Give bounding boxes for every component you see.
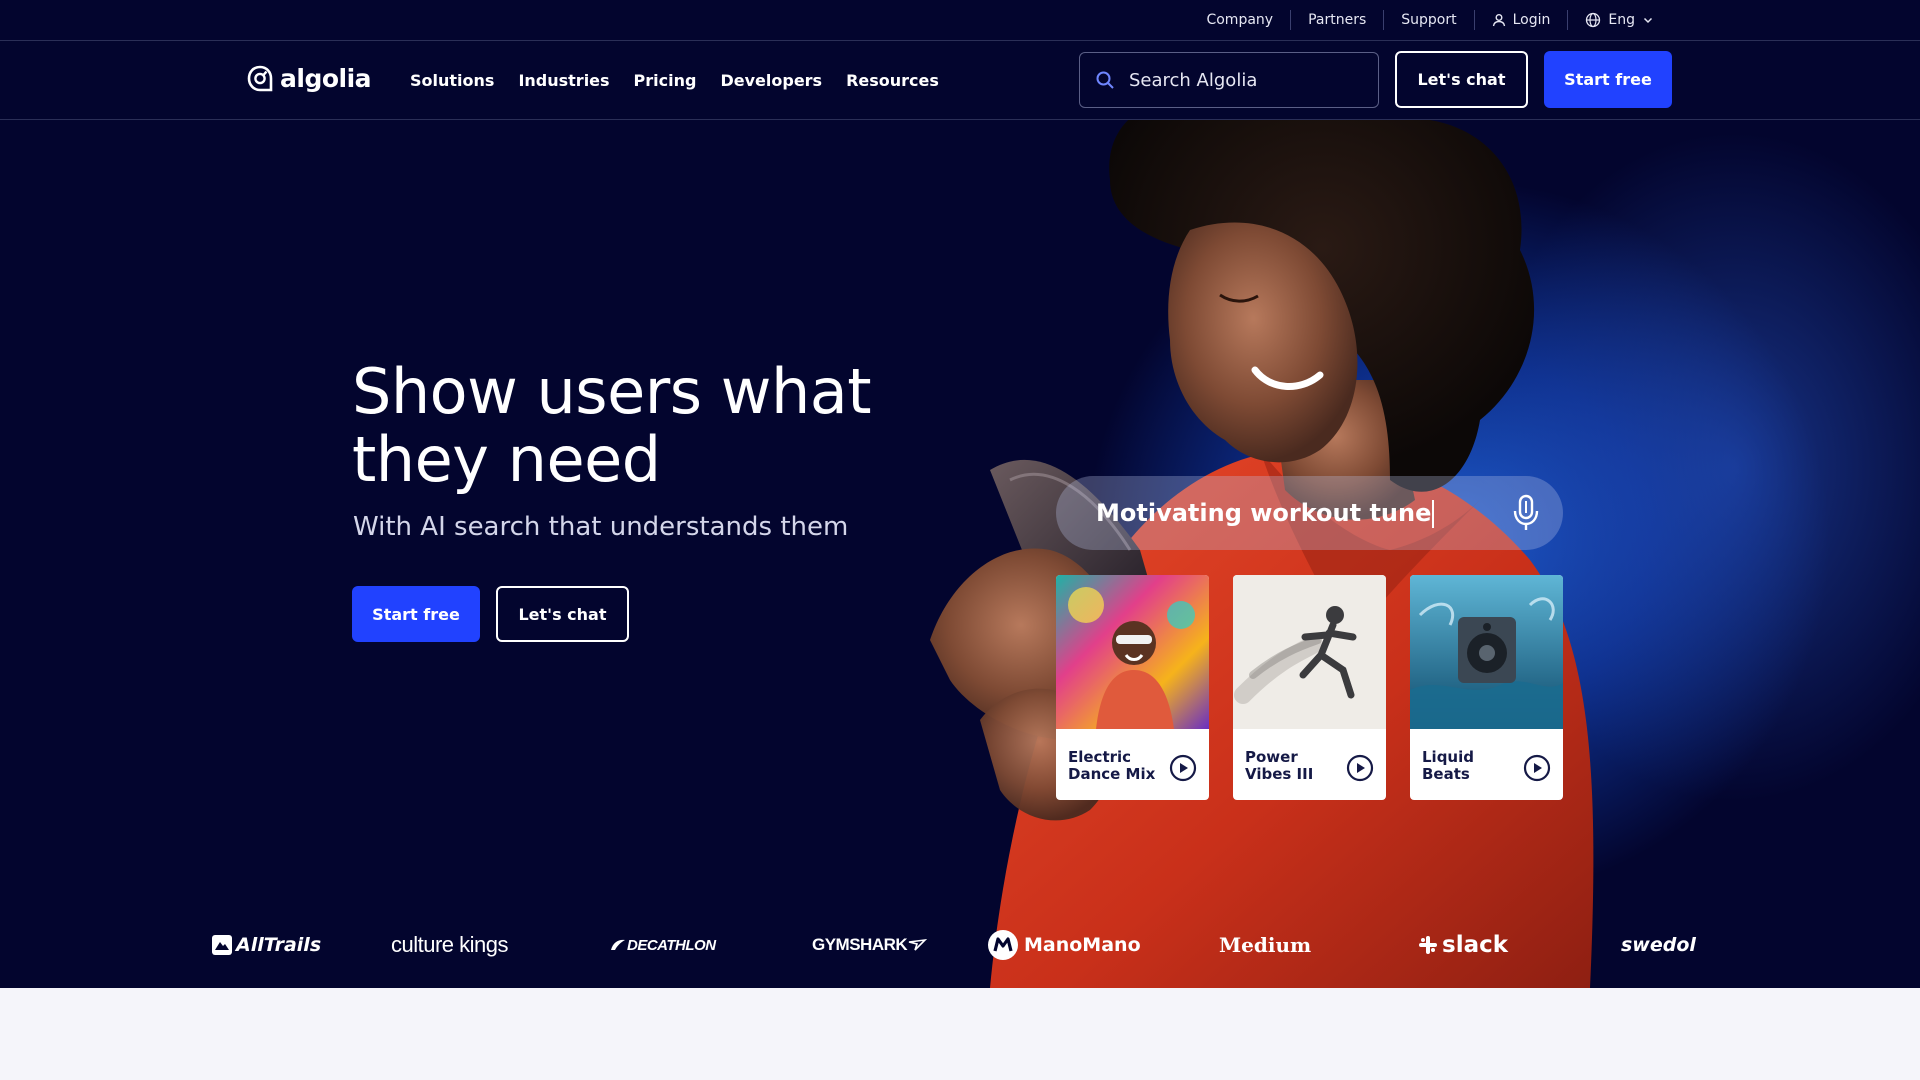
- card-title: Power Vibes III: [1245, 748, 1314, 783]
- microphone-icon[interactable]: [1513, 494, 1539, 532]
- utility-company-link[interactable]: Company: [1189, 10, 1290, 30]
- card-artwork: [1056, 575, 1209, 729]
- logo-alltrails-text: AllTrails: [236, 934, 322, 956]
- card-artwork: [1410, 575, 1563, 729]
- logo-alltrails: AllTrails: [211, 915, 321, 975]
- play-circle-icon[interactable]: [1169, 754, 1197, 782]
- utility-partners-link[interactable]: Partners: [1291, 10, 1383, 30]
- algolia-logo-icon: [247, 65, 273, 91]
- logo-swedol: swedol: [1621, 915, 1696, 975]
- login-label: Login: [1512, 12, 1551, 28]
- logo-decathlon-text: DECATHLON: [627, 936, 716, 954]
- search-input[interactable]: [1129, 69, 1359, 91]
- utility-company-label: Company: [1206, 12, 1274, 28]
- gymshark-mark-icon: [908, 938, 928, 951]
- logo-slack-text: slack: [1442, 932, 1509, 958]
- hero-lets-chat-button[interactable]: Let's chat: [496, 586, 629, 642]
- logo-medium-text: Medium: [1219, 933, 1312, 957]
- utility-support-label: Support: [1401, 12, 1457, 28]
- nav-resources[interactable]: Resources: [846, 71, 939, 90]
- voice-query-value: Motivating workout tune: [1096, 498, 1432, 527]
- hero-person-image: [930, 120, 1594, 988]
- utility-support-link[interactable]: Support: [1384, 10, 1473, 30]
- manomano-mark-icon: [988, 930, 1018, 960]
- primary-nav: Solutions Industries Pricing Developers …: [410, 41, 939, 119]
- nav-pricing[interactable]: Pricing: [634, 71, 697, 90]
- logo-swedol-text: swedol: [1621, 934, 1696, 956]
- nav-start-free-button[interactable]: Start free: [1544, 51, 1672, 108]
- logo-slack: slack: [1418, 915, 1508, 975]
- logo-medium: Medium: [1219, 915, 1311, 975]
- hero-subtitle: With AI search that understands them: [353, 512, 849, 542]
- language-selector[interactable]: Eng: [1568, 10, 1671, 30]
- result-card-electric-dance-mix[interactable]: Electric Dance Mix: [1056, 575, 1209, 800]
- next-section-edge: [0, 988, 1920, 1080]
- user-icon: [1492, 14, 1505, 27]
- utility-partners-label: Partners: [1308, 12, 1367, 28]
- search-icon: [1096, 71, 1114, 89]
- result-card-power-vibes-iii[interactable]: Power Vibes III: [1233, 575, 1386, 800]
- login-link[interactable]: Login: [1475, 10, 1568, 30]
- logo-gymshark: GYMSHARK: [812, 915, 928, 975]
- nav-lets-chat-button[interactable]: Let's chat: [1395, 51, 1528, 108]
- nav-solutions[interactable]: Solutions: [410, 71, 494, 90]
- hero-title: Show users what they need: [352, 355, 872, 496]
- decathlon-mark-icon: [611, 939, 625, 950]
- logo-culture-kings-text: culture kings: [391, 932, 509, 957]
- slack-mark-icon: [1419, 936, 1437, 954]
- logo-manomano: ManoMano: [987, 915, 1141, 975]
- alltrails-mark-icon: [212, 935, 232, 955]
- chevron-down-icon: [1643, 17, 1653, 24]
- text-caret: [1432, 499, 1435, 528]
- logo-gymshark-text: GYMSHARK: [812, 935, 908, 954]
- card-title: Electric Dance Mix: [1068, 748, 1156, 783]
- globe-icon: [1586, 12, 1601, 28]
- main-nav: algolia Solutions Industries Pricing Dev…: [0, 41, 1920, 120]
- utility-bar: Company Partners Support Login Eng: [0, 0, 1920, 41]
- play-circle-icon[interactable]: [1523, 754, 1551, 782]
- result-card-liquid-beats[interactable]: Liquid Beats: [1410, 575, 1563, 800]
- play-circle-icon[interactable]: [1346, 754, 1374, 782]
- customer-logos: AllTrails culture kings DECATHLON GYMSHA…: [0, 915, 1920, 975]
- nav-developers[interactable]: Developers: [720, 71, 822, 90]
- logo-manomano-text: ManoMano: [1024, 934, 1141, 956]
- logo-culture-kings: culture kings: [391, 915, 509, 975]
- utility-links: Company Partners Support Login Eng: [1189, 0, 1671, 40]
- voice-query-text: Motivating workout tune: [1096, 498, 1435, 528]
- nav-industries[interactable]: Industries: [518, 71, 609, 90]
- voice-search-bar[interactable]: Motivating workout tune: [1056, 476, 1563, 550]
- card-artwork: [1233, 575, 1386, 729]
- logo-wordmark: algolia: [280, 64, 372, 93]
- language-label: Eng: [1608, 12, 1635, 28]
- hero-section: Show users what they need With AI search…: [0, 120, 1920, 988]
- logo-decathlon: DECATHLON: [609, 915, 716, 975]
- card-title: Liquid Beats: [1422, 748, 1474, 783]
- search-box[interactable]: [1079, 52, 1379, 108]
- hero-start-free-button[interactable]: Start free: [352, 586, 480, 642]
- algolia-logo[interactable]: algolia: [247, 64, 372, 93]
